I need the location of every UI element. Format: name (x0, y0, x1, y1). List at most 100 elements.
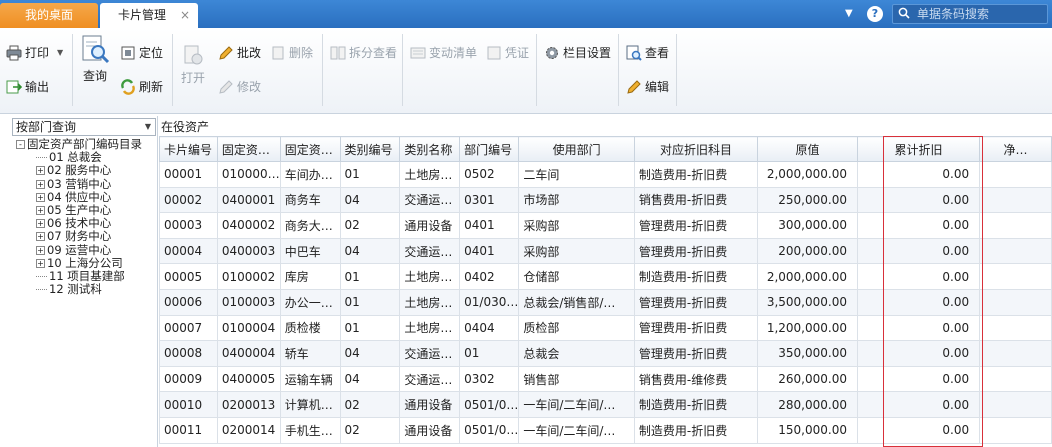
table-row[interactable]: 00004 0400003 中巴车 04 交通运… 0401 采购部 管理费用-折旧费 200,… (159, 237, 1052, 265)
tab-my-desktop[interactable]: 我的桌面 (0, 3, 98, 28)
refresh-button[interactable]: 刷新 (120, 78, 163, 95)
batch-edit-icon (219, 45, 233, 60)
split-view-label: 拆分查看 (349, 46, 398, 60)
expand-icon[interactable]: + (36, 205, 45, 215)
table-cell: 01 (339, 314, 401, 342)
table-row[interactable]: 00001 010000… 车间办… 01 土地房… 0502 二车间 制造费用-折旧费 2,0… (159, 161, 1052, 188)
barcode-search-input[interactable] (917, 6, 1045, 22)
table-cell (979, 186, 1052, 214)
table-row[interactable]: 00008 0400004 轿车 04 交通运… 01 总裁会 管理费用-折旧费 350,000… (159, 340, 1052, 367)
query-button[interactable]: 查询 (78, 34, 112, 84)
column-header[interactable]: 净… (979, 136, 1052, 162)
table-row[interactable]: 00003 0400002 商务大… 02 通用设备 0401 采购部 管理费用-折旧费 300… (159, 212, 1052, 239)
tree-item-label: 11 项目基建部 (49, 268, 125, 283)
table-cell: 仓储部 (518, 263, 635, 290)
toolbar-divider (322, 34, 323, 106)
refresh-label: 刷新 (139, 80, 164, 94)
tree-item[interactable]: 12 测试科 (16, 282, 142, 296)
table-cell: 0.00 (856, 365, 981, 393)
view-button[interactable]: 查看 (626, 44, 669, 61)
delete-button[interactable]: 删除 (270, 44, 313, 61)
close-icon[interactable]: × (180, 3, 190, 28)
table-cell: 150,000.00 (757, 416, 858, 444)
split-view-icon (330, 46, 346, 59)
column-header[interactable]: 卡片编号 (159, 136, 218, 162)
tab-card-management[interactable]: 卡片管理 × (100, 3, 198, 28)
table-cell: 交通运… (399, 237, 461, 265)
expand-icon[interactable]: + (36, 179, 45, 189)
tree-item-label: 03 营销中心 (47, 176, 112, 191)
table-cell: 0400001 (216, 186, 281, 214)
table-cell: 0100004 (216, 314, 281, 342)
column-settings-button[interactable]: 栏目设置 (544, 44, 611, 61)
query-mode-select[interactable]: 按部门查询 ▼ (12, 118, 156, 136)
barcode-search-box (892, 4, 1048, 24)
tree-item-label: 固定资产部门编码目录 (27, 137, 142, 151)
table-row[interactable]: 00010 0200013 计算机… 02 通用设备 0501/0… 一车间/二车间/… 制造… (159, 391, 1052, 418)
expand-icon[interactable]: + (36, 192, 45, 202)
refresh-icon (121, 78, 135, 95)
print-button[interactable]: 打印 ▼ (6, 44, 63, 61)
table-cell (979, 416, 1052, 444)
table-cell: 管理费用-折旧费 (633, 340, 759, 367)
table-cell: 04 (339, 237, 401, 265)
table-cell: 土地房… (399, 263, 461, 290)
table-cell: 010000… (216, 161, 281, 188)
tab-bar: 我的桌面 卡片管理 × ▼ ? (0, 0, 1052, 28)
split-view-button[interactable]: 拆分查看 (330, 44, 397, 61)
column-header[interactable]: 固定资… (216, 136, 281, 162)
search-icon[interactable] (898, 7, 910, 19)
table-cell: 管理费用-折旧费 (633, 314, 759, 342)
table-cell: 交通运… (399, 186, 461, 214)
table-cell: 市场部 (518, 186, 635, 214)
tree-item-label: 10 上海分公司 (47, 255, 123, 270)
table-row[interactable]: 00006 0100003 办公一… 01 土地房… 01/030… 总裁会/销售部/… 管理… (159, 288, 1052, 316)
table-cell: 0404 (459, 314, 520, 342)
open-button[interactable]: 打开 (178, 44, 208, 86)
table-cell: 二车间 (518, 161, 635, 188)
expand-icon[interactable]: + (36, 232, 45, 242)
expand-icon[interactable]: + (36, 219, 45, 229)
help-icon[interactable]: ? (867, 6, 883, 22)
tree-connector (36, 157, 47, 159)
chevron-down-icon[interactable]: ▼ (845, 4, 853, 24)
column-header[interactable]: 原值 (757, 136, 858, 162)
table-cell: 04 (339, 365, 401, 393)
expand-icon[interactable]: + (36, 245, 45, 255)
table-row[interactable]: 00007 0100004 质检楼 01 土地房… 0404 质检部 管理费用-折旧费 1,20… (159, 314, 1052, 342)
change-list-button[interactable]: 变动清单 (410, 44, 477, 61)
column-header[interactable]: 累计折旧 (856, 136, 981, 162)
locate-label: 定位 (139, 46, 164, 60)
table-row[interactable]: 00005 0100002 库房 01 土地房… 0402 仓储部 制造费用-折旧费 2,000… (159, 263, 1052, 290)
open-icon (184, 45, 203, 65)
modify-button[interactable]: 修改 (218, 78, 261, 95)
table-cell: 00010 (159, 391, 218, 418)
edit-button[interactable]: 编辑 (626, 78, 669, 95)
export-icon (6, 80, 22, 93)
table-cell: 销售部 (518, 365, 635, 393)
column-header[interactable]: 固定资… (279, 136, 341, 162)
tree-item-label: 05 生产中心 (47, 202, 112, 217)
column-header[interactable]: 类别名称 (399, 136, 461, 162)
table-row[interactable]: 00002 0400001 商务车 04 交通运… 0301 市场部 销售费用-折旧费 250,… (159, 186, 1052, 214)
column-header[interactable]: 对应折旧科目 (633, 136, 759, 162)
table-cell: 00004 (159, 237, 218, 265)
tree-item-label: 02 服务中心 (47, 163, 112, 178)
export-button[interactable]: 输出 (6, 78, 49, 95)
table-cell: 一车间/二车间/… (518, 416, 635, 444)
table-row[interactable]: 00009 0400005 运输车辆 04 交通运… 0302 销售部 销售费用-维修费 260… (159, 365, 1052, 393)
table-header-row: 卡片编号 固定资… 固定资… 类别编号 类别名称 部门编号 使用部门 对应折旧科目 原值 累计折旧… (159, 136, 1052, 162)
table-row[interactable]: 00011 0200014 手机生… 02 通用设备 0501/0… 一车间/二车间/… 制造… (159, 416, 1052, 444)
column-header[interactable]: 部门编号 (459, 136, 520, 162)
department-panel: 按部门查询 ▼ - 固定资产部门编码目录 01 总裁会 +02 服务中心 +03 营销中… (0, 116, 158, 447)
locate-button[interactable]: 定位 (120, 44, 163, 61)
voucher-button[interactable]: 凭证 (486, 44, 529, 61)
print-dropdown-icon[interactable]: ▼ (57, 48, 63, 57)
batch-edit-button[interactable]: 批改 (218, 44, 261, 61)
expand-icon[interactable]: + (36, 166, 45, 176)
column-header[interactable]: 使用部门 (518, 136, 635, 162)
query-mode-value: 按部门查询 (16, 120, 77, 134)
column-header[interactable]: 类别编号 (339, 136, 401, 162)
collapse-icon[interactable]: - (16, 140, 25, 149)
expand-icon[interactable]: + (36, 258, 45, 268)
